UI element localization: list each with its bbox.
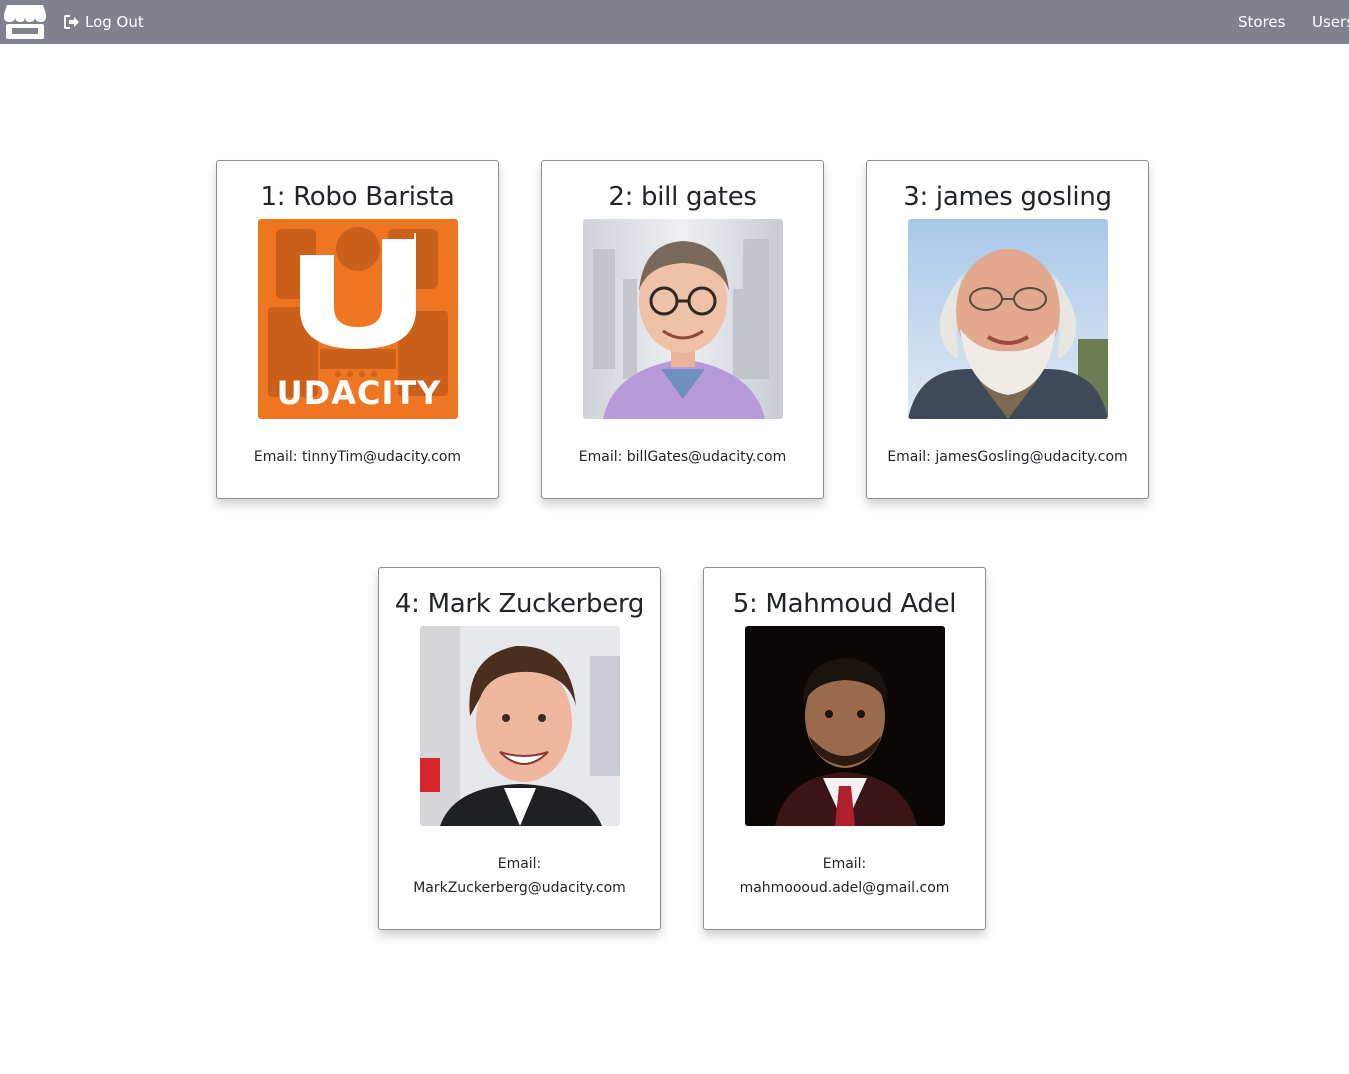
user-card[interactable]: 1: Robo Barista UDACITY Email: tinnyTim@… bbox=[216, 160, 499, 499]
user-email: Email: jamesGosling@udacity.com bbox=[879, 445, 1136, 469]
user-email: Email: billGates@udacity.com bbox=[554, 445, 811, 469]
user-card[interactable]: 2: bill gates Email: billGates@udacity.c… bbox=[541, 160, 824, 499]
user-email: Email: MarkZuckerberg@udacity.com bbox=[391, 852, 648, 900]
user-avatar-photo bbox=[582, 219, 783, 419]
email-value: tinnyTim@udacity.com bbox=[301, 449, 462, 465]
user-avatar-photo bbox=[744, 626, 945, 826]
user-card[interactable]: 3: james gosling Email: jamesGosling@uda… bbox=[866, 160, 1149, 499]
user-email: Email: mahmoooud.adel@gmail.com bbox=[716, 852, 973, 900]
top-navbar: Log Out Stores Users bbox=[0, 0, 1349, 44]
user-card-title: 5: Mahmoud Adel bbox=[732, 589, 957, 619]
user-avatar-photo bbox=[419, 626, 620, 826]
store-logo-icon[interactable] bbox=[3, 3, 47, 41]
email-label: Email: bbox=[497, 856, 542, 872]
user-card-title: 3: james gosling bbox=[903, 182, 1112, 212]
logout-button[interactable]: Log Out bbox=[64, 12, 144, 32]
user-email: Email: tinnyTim@udacity.com bbox=[229, 445, 486, 469]
email-value: jamesGosling@udacity.com bbox=[935, 449, 1128, 465]
udacity-logo-text: UDACITY bbox=[276, 374, 441, 412]
user-card[interactable]: 4: Mark Zuckerberg Email: MarkZuckerberg… bbox=[378, 567, 661, 930]
user-card-title: 1: Robo Barista bbox=[260, 182, 455, 212]
user-card-title: 2: bill gates bbox=[608, 182, 757, 212]
user-avatar-udacity-logo: UDACITY bbox=[257, 219, 458, 419]
sign-out-icon bbox=[64, 15, 79, 29]
email-label: Email: bbox=[578, 449, 623, 465]
nav-link-stores[interactable]: Stores bbox=[1238, 12, 1285, 32]
user-card[interactable]: 5: Mahmoud Adel Email: mahmoooud.adel@gm… bbox=[703, 567, 986, 930]
email-value: mahmoooud.adel@gmail.com bbox=[739, 880, 950, 896]
email-value: MarkZuckerberg@udacity.com bbox=[413, 880, 626, 896]
nav-link-users[interactable]: Users bbox=[1312, 12, 1349, 32]
email-value: billGates@udacity.com bbox=[626, 449, 787, 465]
user-avatar-photo bbox=[907, 219, 1108, 419]
email-label: Email: bbox=[822, 856, 867, 872]
email-label: Email: bbox=[887, 449, 931, 465]
email-label: Email: bbox=[253, 449, 298, 465]
logout-label: Log Out bbox=[85, 13, 144, 31]
user-card-title: 4: Mark Zuckerberg bbox=[394, 589, 645, 619]
